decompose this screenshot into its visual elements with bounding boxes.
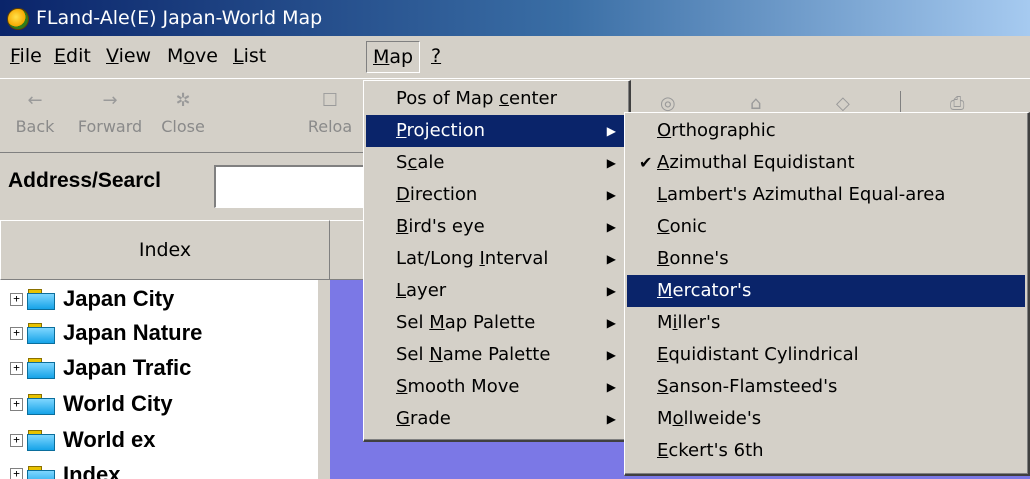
menu-list[interactable]: List — [227, 41, 272, 71]
menu-sanson-flamsteed[interactable]: Sanson-Flamsteed's — [627, 371, 1025, 403]
menu-eckerts-6th[interactable]: Eckert's 6th — [627, 435, 1025, 467]
menu-azimuthal-equidistant[interactable]: ✔ Azimuthal Equidistant — [627, 147, 1025, 179]
reload-button[interactable]: ☐ Reloa — [300, 87, 360, 149]
reload-icon: ☐ — [321, 90, 339, 111]
compass-icon[interactable]: ◇ — [836, 93, 850, 114]
projection-submenu: Orthographic ✔ Azimuthal Equidistant Lamb… — [624, 112, 1030, 476]
back-button[interactable]: ← Back — [4, 87, 66, 149]
submenu-arrow-icon: ▶ — [606, 380, 616, 394]
back-arrow-icon: ← — [27, 90, 43, 111]
menu-layer[interactable]: Layer ▶ — [366, 275, 626, 307]
tree-item[interactable]: + Index — [10, 458, 120, 479]
close-star-icon: ✲ — [175, 90, 191, 111]
address-label: Address/Searcl — [8, 169, 161, 192]
submenu-arrow-icon: ▶ — [606, 348, 616, 362]
expand-plus-icon[interactable]: + — [10, 433, 23, 447]
address-search-input[interactable] — [214, 165, 377, 208]
tree-item-label: Index — [63, 462, 121, 479]
submenu-arrow-icon: ▶ — [606, 188, 616, 202]
menu-smooth-move[interactable]: Smooth Move ▶ — [366, 371, 626, 403]
menu-lat-long-interval[interactable]: Lat/Long Interval ▶ — [366, 243, 626, 275]
menu-millers[interactable]: Miller's — [627, 307, 1025, 339]
menu-help[interactable]: ? — [425, 41, 447, 71]
title-bar: FLand-Ale(E) Japan-World Map — [0, 0, 1030, 36]
print-icon[interactable]: ⎙ — [950, 93, 964, 114]
app-globe-icon — [4, 5, 30, 31]
folder-icon — [27, 466, 55, 479]
submenu-arrow-icon: ▶ — [606, 252, 616, 266]
menu-mercators[interactable]: Mercator's — [627, 275, 1025, 307]
home-icon[interactable]: ⌂ — [750, 93, 761, 114]
expand-plus-icon[interactable]: + — [10, 292, 23, 306]
folder-open-icon — [27, 289, 55, 310]
forward-arrow-icon: → — [102, 90, 118, 111]
index-header[interactable]: Index — [0, 220, 330, 280]
submenu-arrow-icon: ▶ — [606, 156, 616, 170]
forward-button[interactable]: → Forward — [72, 87, 148, 149]
expand-plus-icon[interactable]: + — [10, 397, 23, 411]
menu-file[interactable]: File — [4, 41, 48, 71]
expand-plus-icon[interactable]: + — [10, 326, 23, 340]
index-tree: + Japan City + Japan Nature + Japan Traf… — [0, 280, 330, 479]
reload-label: Reloa — [307, 117, 353, 136]
menu-conic[interactable]: Conic — [627, 211, 1025, 243]
tree-item[interactable]: + World ex — [10, 423, 156, 457]
tree-item-label: World City — [63, 391, 173, 416]
expand-plus-icon[interactable]: + — [10, 361, 23, 375]
back-label: Back — [15, 117, 55, 136]
menu-sel-map-palette[interactable]: Sel Map Palette ▶ — [366, 307, 626, 339]
folder-icon — [27, 430, 55, 451]
tree-item-label: Japan City — [63, 286, 175, 311]
menu-bonnes[interactable]: Bonne's — [627, 243, 1025, 275]
menu-scale[interactable]: Scale ▶ — [366, 147, 626, 179]
menu-pos-of-map-center[interactable]: Pos of Map center — [366, 83, 626, 115]
menu-view[interactable]: View — [100, 41, 157, 71]
submenu-arrow-icon: ▶ — [606, 124, 616, 138]
submenu-arrow-icon: ▶ — [606, 284, 616, 298]
zoom-icon[interactable]: ◎ — [660, 93, 676, 114]
tree-item[interactable]: + Japan City — [10, 282, 174, 316]
submenu-arrow-icon: ▶ — [606, 412, 616, 426]
menu-grade[interactable]: Grade ▶ — [366, 403, 626, 435]
window-title: FLand-Ale(E) Japan-World Map — [36, 7, 323, 29]
checkmark-icon: ✔ — [639, 153, 653, 172]
tree-item-label: World ex — [63, 427, 156, 452]
menu-lambert-azimuthal[interactable]: Lambert's Azimuthal Equal-area — [627, 179, 1025, 211]
close-button[interactable]: ✲ Close — [152, 87, 214, 149]
menu-orthographic[interactable]: Orthographic — [627, 115, 1025, 147]
submenu-arrow-icon: ▶ — [606, 220, 616, 234]
tree-item-label: Japan Trafic — [63, 355, 192, 380]
forward-label: Forward — [77, 117, 143, 136]
menu-map[interactable]: Map — [366, 41, 421, 73]
menu-bar: File Edit View Move List Map ? — [0, 36, 1030, 76]
menu-move[interactable]: Move — [161, 41, 224, 71]
menu-equidistant-cylindrical[interactable]: Equidistant Cylindrical — [627, 339, 1025, 371]
close-label: Close — [161, 117, 205, 136]
folder-icon — [27, 358, 55, 379]
menu-birds-eye[interactable]: Bird's eye ▶ — [366, 211, 626, 243]
submenu-arrow-icon: ▶ — [606, 316, 616, 330]
menu-projection[interactable]: Projection ▶ — [366, 115, 626, 147]
tree-item-label: Japan Nature — [63, 320, 203, 345]
menu-sel-name-palette[interactable]: Sel Name Palette ▶ — [366, 339, 626, 371]
menu-edit[interactable]: Edit — [48, 41, 97, 71]
tree-item[interactable]: + Japan Nature — [10, 316, 202, 350]
folder-icon — [27, 394, 55, 415]
menu-direction[interactable]: Direction ▶ — [366, 179, 626, 211]
menu-mollweides[interactable]: Mollweide's — [627, 403, 1025, 435]
map-menu-dropdown: Pos of Map center Projection ▶ Scale ▶ Dir… — [363, 80, 631, 442]
folder-icon — [27, 323, 55, 344]
expand-plus-icon[interactable]: + — [10, 468, 23, 479]
tree-item[interactable]: + World City — [10, 387, 173, 421]
tree-item[interactable]: + Japan Trafic — [10, 351, 191, 385]
